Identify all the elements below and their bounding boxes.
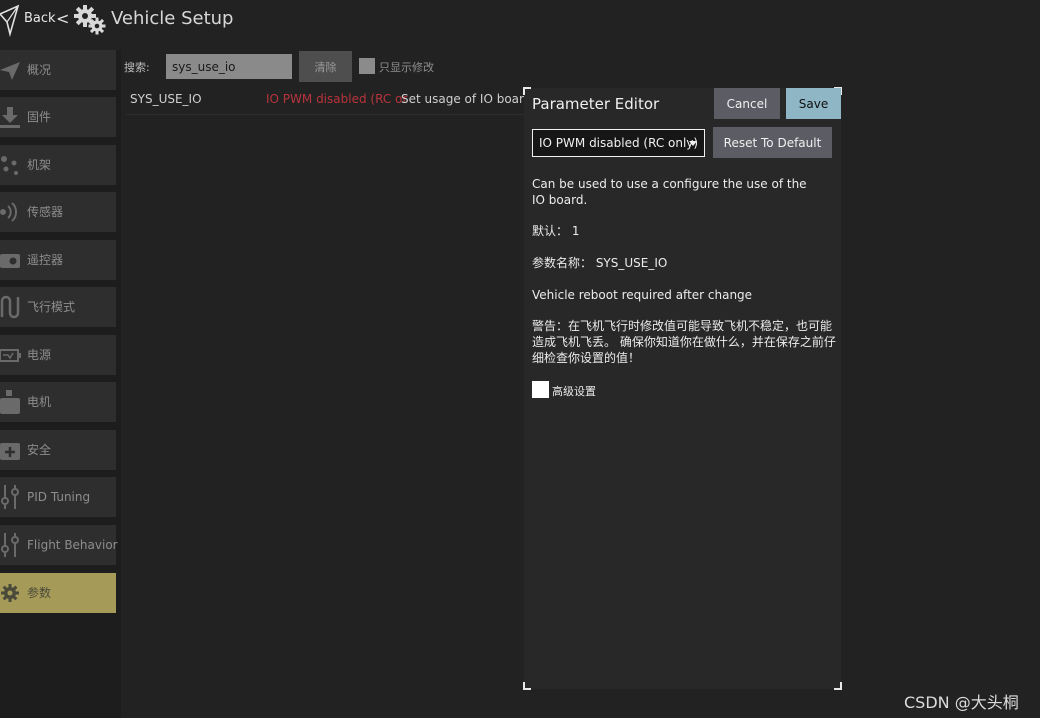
resize-corner[interactable] (523, 682, 531, 690)
gear-icon (1, 584, 19, 602)
param-name: SYS_USE_IO (130, 92, 202, 106)
sidebar-item-safety[interactable]: 安全 (0, 430, 116, 470)
resize-corner[interactable] (523, 87, 531, 95)
parameter-editor-dialog: Parameter Editor Cancel Save IO PWM disa… (523, 87, 842, 690)
param-description: Set usage of IO board (401, 92, 532, 106)
sidebar-item-label: 固件 (27, 110, 52, 124)
sidebar-item-label: 传感器 (27, 205, 64, 219)
clear-button[interactable]: 清除 (299, 51, 352, 82)
page-title: Vehicle Setup (111, 8, 234, 29)
sidebar-item-power[interactable]: 电源 (0, 335, 116, 375)
sidebar-item-airframe[interactable]: 机架 (0, 145, 116, 185)
sliders-icon (1, 533, 19, 557)
sidebar-item-label: 概况 (27, 63, 52, 77)
sidebar-item-parameters[interactable]: 参数 (0, 573, 116, 613)
sidebar-item-label: 机架 (27, 158, 52, 172)
param-value: IO PWM disabled (RC or (266, 92, 408, 106)
table-row[interactable]: SYS_USE_IO IO PWM disabled (RC or Set us… (126, 88, 531, 115)
sidebar-item-label: 遥控器 (27, 253, 64, 267)
advanced-settings-checkbox[interactable] (532, 381, 549, 398)
sidebar-item-label: 电源 (27, 348, 52, 362)
sidebar-item-summary[interactable]: 概况 (0, 50, 116, 90)
resize-corner[interactable] (834, 682, 842, 690)
sidebar-item-firmware[interactable]: 固件 (0, 97, 116, 137)
param-name-text: 参数名称： SYS_USE_IO (532, 256, 668, 270)
battery-icon (0, 349, 21, 362)
cancel-button[interactable]: Cancel (714, 88, 780, 119)
show-modified-only-label: 只显示修改 (379, 61, 434, 74)
watermark: CSDN @大头桐 (904, 693, 1019, 712)
search-input[interactable] (166, 54, 292, 79)
sidebar-item-flight-behavior[interactable]: Flight Behavior (0, 525, 118, 565)
reboot-required-text: Vehicle reboot required after change (532, 288, 753, 302)
back-chevron-icon[interactable]: < (56, 9, 69, 28)
sidebar-item-motors[interactable]: 电机 (0, 382, 116, 422)
show-modified-only-checkbox[interactable] (359, 58, 375, 74)
airframe-icon (1, 156, 18, 175)
combobox-selected-value: IO PWM disabled (RC only) (539, 136, 699, 150)
warning-text: 警告：在飞机飞行时修改值可能导致飞机不稳定，也可能造成飞机飞丢。 确保你知道你在… (532, 319, 836, 365)
dropdown-arrow-icon (689, 141, 697, 146)
default-value-text: 默认： 1 (532, 224, 580, 238)
param-long-description: Can be used to use a configure the use o… (532, 177, 807, 207)
flight-mode-icon (0, 295, 20, 319)
reset-to-default-button[interactable]: Reset To Default (713, 127, 832, 158)
remote-control-icon (0, 254, 20, 268)
sidebar-item-radio[interactable]: 遥控器 (0, 240, 116, 280)
sidebar-item-label: PID Tuning (27, 490, 91, 504)
back-button[interactable]: Back (24, 11, 56, 26)
sidebar-item-pid-tuning[interactable]: PID Tuning (0, 477, 116, 517)
motor-icon (0, 390, 20, 414)
paper-plane-icon (0, 62, 20, 80)
sidebar-item-flight-modes[interactable]: 飞行模式 (0, 287, 116, 327)
header: Back < Vehicle Setup (0, 0, 1040, 44)
radio-waves-icon (0, 202, 18, 222)
gears-icon (74, 5, 106, 35)
sidebar: 概况 固件 机架 传感器 遥控器 飞行模式 电源 电机 安全 PID Tunin… (0, 50, 121, 718)
advanced-settings-label: 高级设置 (552, 385, 596, 398)
sidebar-item-label: 电机 (27, 395, 52, 409)
sidebar-item-label: 参数 (27, 586, 52, 600)
download-icon (0, 107, 20, 128)
save-button[interactable]: Save (786, 88, 841, 119)
sidebar-item-label: Flight Behavior (27, 538, 118, 552)
dialog-title: Parameter Editor (532, 95, 660, 113)
sliders-icon (1, 485, 19, 509)
sidebar-item-label: 安全 (27, 443, 52, 457)
search-label: 搜索: (124, 61, 150, 74)
sidebar-item-label: 飞行模式 (27, 300, 76, 314)
value-combobox[interactable]: IO PWM disabled (RC only) (532, 129, 705, 157)
paper-plane-logo-icon (0, 4, 20, 38)
first-aid-icon (0, 443, 20, 460)
sidebar-item-sensors[interactable]: 传感器 (0, 192, 116, 232)
